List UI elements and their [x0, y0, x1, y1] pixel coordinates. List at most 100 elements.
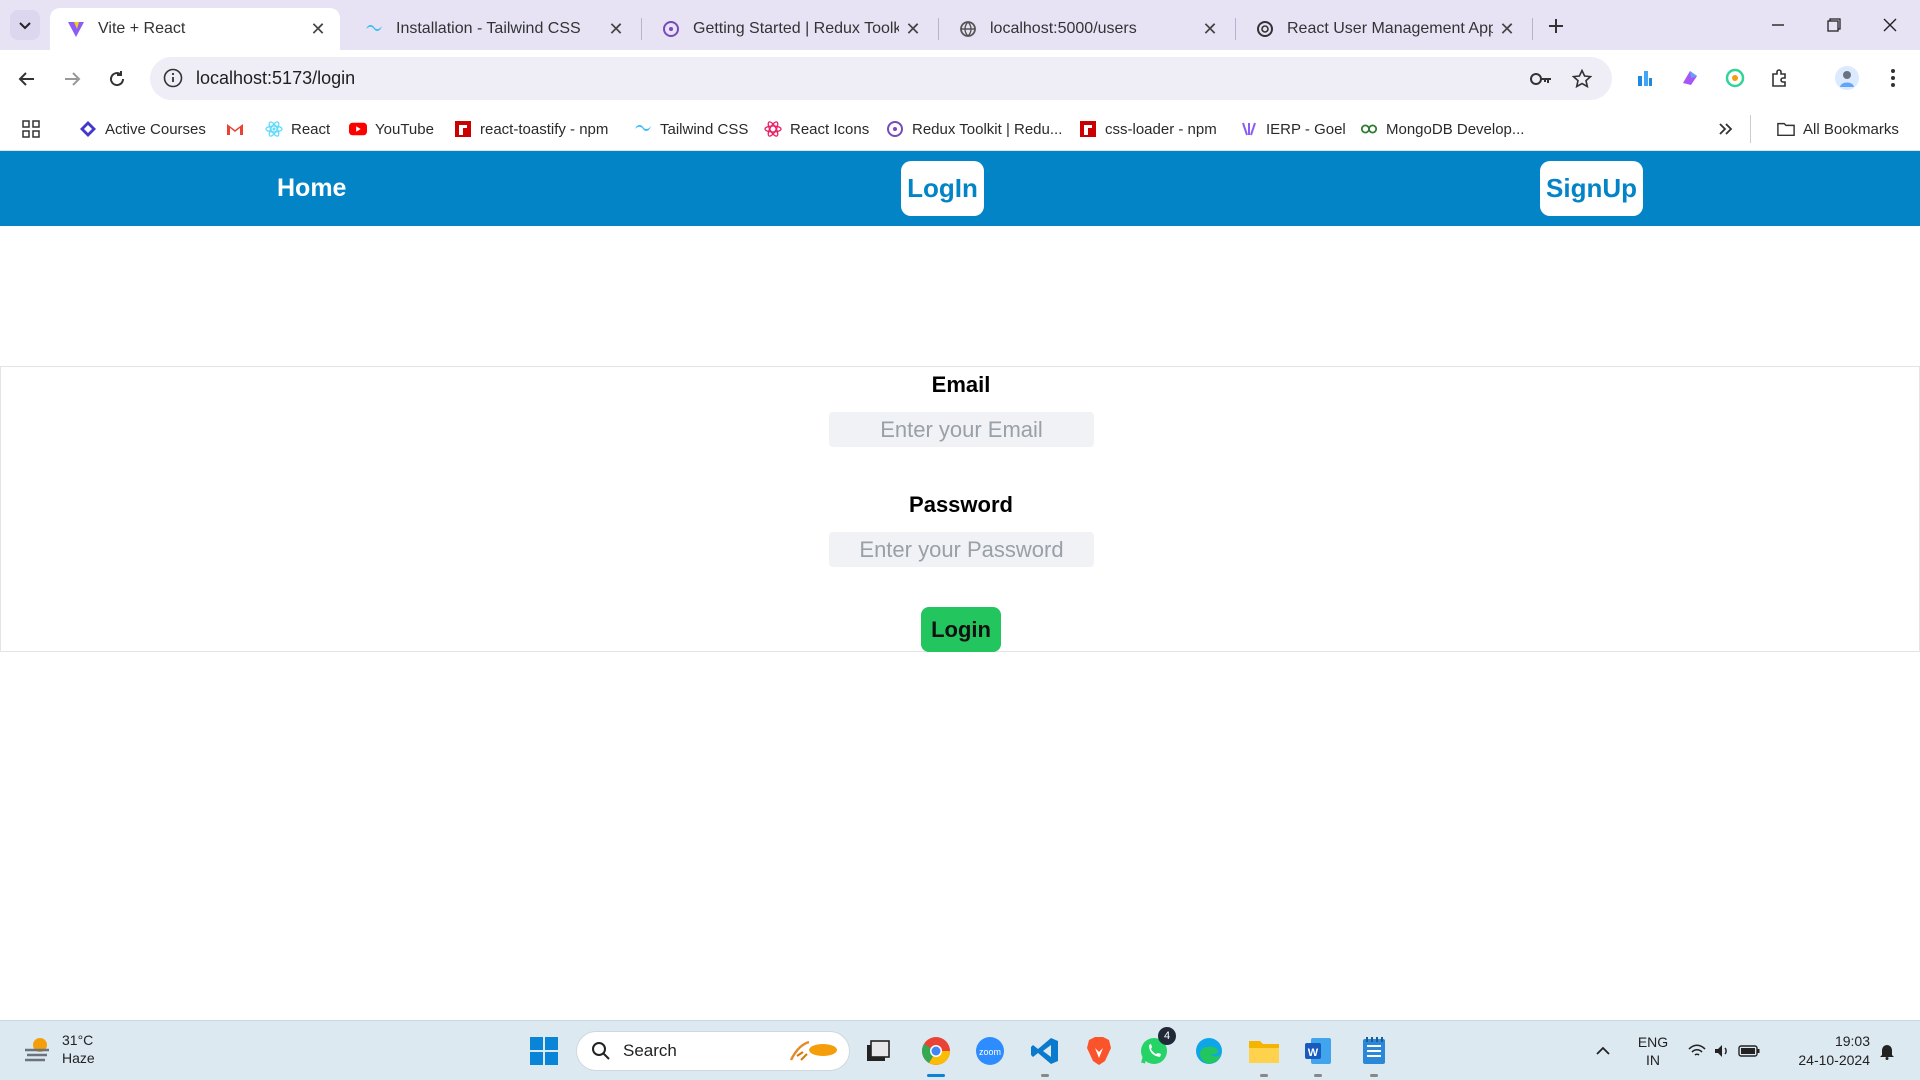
task-view-icon[interactable] — [860, 1033, 896, 1069]
bookmark-react-icons[interactable]: React Icons — [764, 115, 869, 143]
profile-avatar[interactable] — [1832, 63, 1862, 93]
windows-logo-icon — [530, 1037, 558, 1065]
edge-icon[interactable] — [1191, 1033, 1227, 1069]
tab-title: React User Management App — [1287, 20, 1493, 37]
extensions-puzzle-icon[interactable] — [1765, 63, 1795, 93]
close-icon[interactable]: ✕ — [304, 15, 332, 43]
windows-taskbar: 31°C Haze Search zoom 4 W ENG IN 19:03 2… — [0, 1020, 1920, 1080]
tab-react-user-management[interactable]: React User Management App ✕ — [1239, 8, 1529, 50]
tab-title: Installation - Tailwind CSS — [396, 20, 581, 37]
start-button[interactable] — [526, 1033, 562, 1069]
bookmark-gmail[interactable] — [226, 115, 252, 143]
email-input[interactable] — [829, 412, 1094, 447]
file-explorer-icon[interactable] — [1246, 1033, 1282, 1077]
bookmark-label: React — [291, 120, 331, 138]
react-icons-icon — [764, 120, 782, 138]
tailwind-icon — [634, 120, 652, 138]
bookmark-label: React Icons — [790, 120, 870, 138]
bookmark-label: Redux Toolkit | Redu... — [912, 120, 1063, 138]
bookmarks-bar: Active Courses React YouTube react-toast… — [0, 107, 1920, 151]
extension-wakatime-icon[interactable] — [1630, 63, 1660, 93]
back-button[interactable] — [10, 62, 44, 96]
vite-icon — [66, 19, 86, 39]
browser-toolbar: localhost:5173/login — [0, 50, 1920, 107]
bookmark-label: IERP - Goel — [1266, 120, 1346, 138]
forward-button[interactable] — [55, 62, 89, 96]
tab-vite-react[interactable]: Vite + React ✕ — [50, 8, 340, 50]
all-bookmarks-label: All Bookmarks — [1803, 120, 1899, 138]
close-icon[interactable]: ✕ — [1196, 15, 1224, 43]
bookmark-mongodb[interactable]: MongoDB Develop... — [1360, 115, 1524, 143]
apps-grid-icon[interactable] — [22, 115, 40, 143]
arrow-right-icon — [65, 72, 81, 86]
search-icon — [592, 1042, 610, 1060]
bookmark-star-icon[interactable] — [1569, 66, 1595, 92]
courses-icon — [79, 120, 97, 138]
reload-button[interactable] — [100, 62, 134, 96]
weather-widget[interactable]: 31°C Haze — [22, 1031, 95, 1067]
notification-bell-icon[interactable] — [1872, 1021, 1902, 1080]
bookmark-react-toastify[interactable]: react-toastify - npm — [454, 115, 608, 143]
bookmark-ierp[interactable]: IERP - Goel — [1240, 115, 1346, 143]
bookmark-css-loader[interactable]: css-loader - npm — [1079, 115, 1217, 143]
nav-login-button[interactable]: LogIn — [901, 161, 984, 216]
brave-icon[interactable] — [1081, 1033, 1117, 1069]
bookmark-react[interactable]: React — [265, 115, 330, 143]
close-icon[interactable]: ✕ — [899, 15, 927, 43]
tab-search-button[interactable] — [10, 10, 40, 40]
more-bookmarks-icon[interactable] — [1718, 115, 1734, 143]
all-bookmarks-button[interactable]: All Bookmarks — [1750, 115, 1899, 143]
nav-signup-button[interactable]: SignUp — [1540, 161, 1643, 216]
bookmark-tailwind[interactable]: Tailwind CSS — [634, 115, 748, 143]
bookmark-redux-toolkit[interactable]: Redux Toolkit | Redu... — [886, 115, 1062, 143]
login-submit-button[interactable]: Login — [921, 607, 1001, 652]
tab-strip: Vite + React ✕ Installation - Tailwind C… — [0, 0, 1920, 50]
youtube-icon — [349, 120, 367, 138]
tab-redux-toolkit[interactable]: Getting Started | Redux Toolkit ✕ — [645, 8, 935, 50]
language-top: ENG — [1637, 1034, 1669, 1050]
bookmark-label: css-loader - npm — [1105, 120, 1217, 138]
react-icon — [265, 120, 283, 138]
zoom-icon[interactable]: zoom — [972, 1033, 1008, 1069]
whatsapp-icon[interactable]: 4 — [1136, 1027, 1176, 1069]
window-close-button[interactable] — [1862, 0, 1918, 50]
close-icon[interactable]: ✕ — [602, 15, 630, 43]
password-key-icon[interactable] — [1528, 66, 1554, 92]
url-text[interactable]: localhost:5173/login — [196, 68, 355, 89]
word-icon[interactable]: W — [1300, 1033, 1336, 1077]
bookmark-active-courses[interactable]: Active Courses — [79, 115, 206, 143]
chrome-icon[interactable] — [918, 1033, 954, 1077]
new-tab-button[interactable] — [1541, 11, 1571, 41]
clock[interactable]: 19:03 24-10-2024 — [1780, 1021, 1870, 1080]
system-status-group[interactable] — [1684, 1021, 1764, 1080]
tab-title: Getting Started | Redux Toolkit — [693, 20, 899, 37]
tray-overflow-icon[interactable] — [1588, 1021, 1618, 1080]
svg-text:zoom: zoom — [979, 1047, 1001, 1057]
extension-circle-icon[interactable] — [1720, 63, 1750, 93]
minimize-button[interactable] — [1750, 0, 1806, 50]
taskbar-search[interactable]: Search — [576, 1031, 850, 1071]
openai-icon — [1255, 19, 1275, 39]
kebab-menu-icon[interactable] — [1878, 63, 1908, 93]
restore-button[interactable] — [1806, 0, 1862, 50]
extension-gradient-icon[interactable] — [1675, 63, 1705, 93]
globe-icon — [958, 19, 978, 39]
chevron-down-icon — [19, 22, 31, 30]
password-input[interactable] — [829, 532, 1094, 567]
tab-localhost-users[interactable]: localhost:5000/users ✕ — [942, 8, 1232, 50]
tab-tailwind-installation[interactable]: Installation - Tailwind CSS ✕ — [348, 8, 638, 50]
bookmark-label: react-toastify - npm — [480, 120, 609, 138]
vscode-icon[interactable] — [1027, 1033, 1063, 1077]
site-info-icon[interactable] — [162, 67, 184, 89]
redux-icon — [886, 120, 904, 138]
bookmark-youtube[interactable]: YouTube — [349, 115, 434, 143]
language-bottom: IN — [1646, 1052, 1660, 1068]
notepad-icon[interactable] — [1356, 1033, 1392, 1077]
folder-icon — [1777, 120, 1795, 138]
gmail-icon — [226, 120, 244, 138]
address-bar[interactable]: localhost:5173/login — [150, 57, 1612, 100]
restore-icon — [1827, 18, 1841, 32]
language-indicator[interactable]: ENG IN — [1628, 1021, 1678, 1080]
nav-home-link[interactable]: Home — [277, 174, 346, 203]
close-icon[interactable]: ✕ — [1493, 15, 1521, 43]
